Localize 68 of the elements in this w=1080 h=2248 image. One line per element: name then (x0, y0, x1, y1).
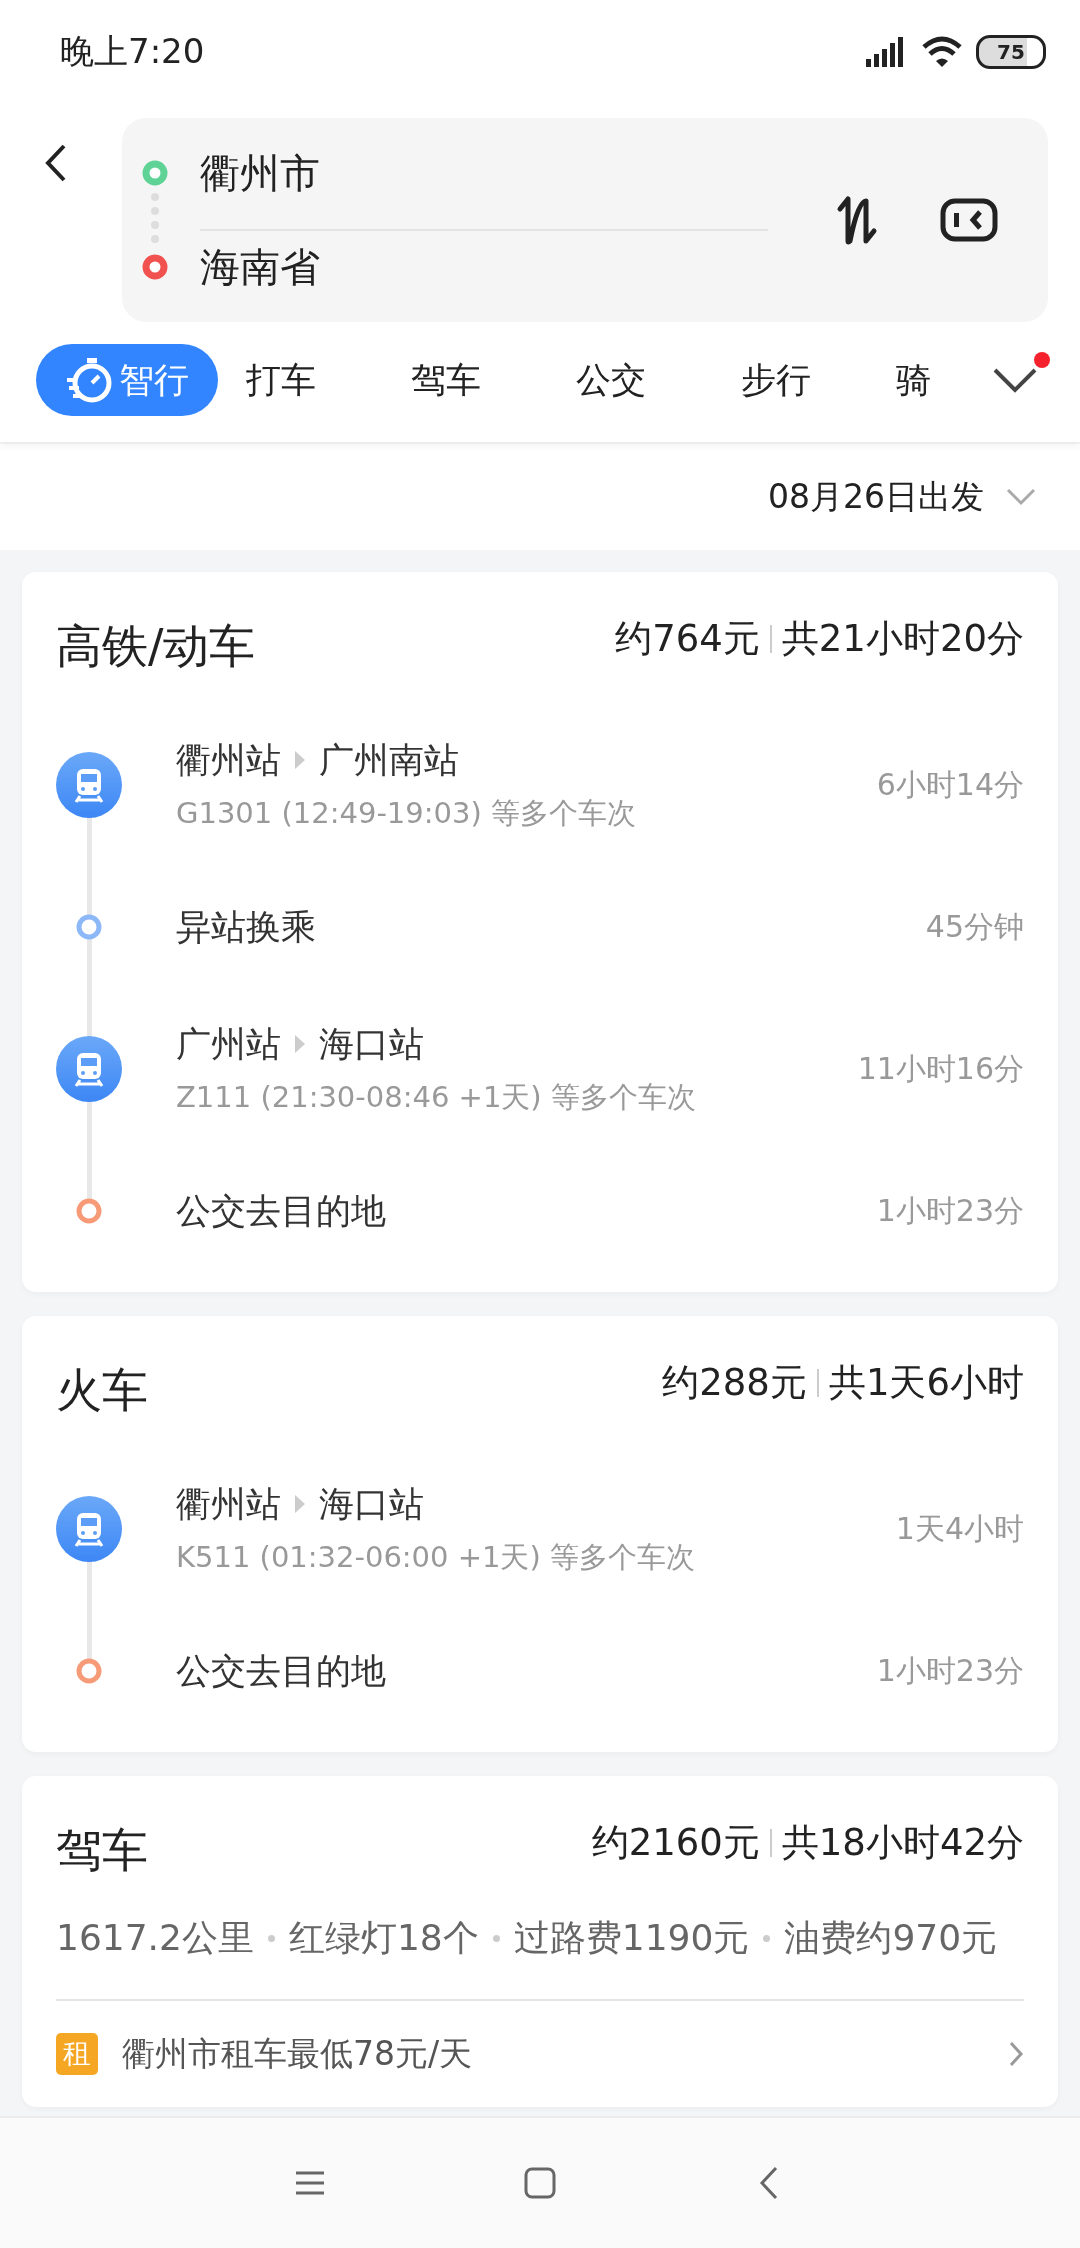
separator-dot (763, 1935, 771, 1942)
train-schedule: Z111 (21:30-08:46 +1天) 等多个车次 (176, 1078, 697, 1116)
duration-text: 共1天6小时 (828, 1360, 1024, 1406)
chevron-right-icon (1008, 2040, 1024, 2068)
price-text: 约2160元 (591, 1820, 760, 1866)
route-card[interactable]: 驾车 约2160元 共18小时42分 1617.2公里 红绿灯18个 过路费1190元 油费约970元 租 衢州市租车最低78元/天 (22, 1776, 1058, 2107)
plan-title: 驾车 (56, 1822, 148, 1879)
train-icon (56, 752, 122, 818)
drive-stat: 过路费1190元 (513, 1916, 750, 1960)
rental-badge: 租 (56, 2033, 98, 2075)
duration-text: 共18小时42分 (781, 1820, 1024, 1866)
status-time: 晚上7:20 (60, 30, 205, 73)
leg-duration: 1小时23分 (876, 1651, 1024, 1690)
stopwatch-icon (65, 356, 113, 404)
separator-dot (492, 1935, 500, 1942)
drive-stat: 红绿灯18个 (288, 1916, 479, 1960)
mode-tab[interactable]: 骑 (858, 344, 968, 416)
origin-field[interactable]: 衢州市 (200, 145, 320, 201)
stop-marker-icon (75, 1197, 103, 1225)
mode-tab[interactable]: 驾车 (363, 344, 528, 416)
chevron-down-icon (1006, 488, 1036, 506)
plan-title: 火车 (56, 1362, 148, 1419)
triangle-icon (293, 749, 307, 771)
stop-marker-icon (75, 913, 103, 941)
price-text: 约764元 (615, 616, 760, 662)
route-card[interactable]: 火车 约288元 共1天6小时 衢州站 海口站 K511 (01:32-06:00 +1天) 等多个车次 1天4小时 公交去目的地 1小时23分 (22, 1316, 1058, 1752)
toggle-icon (940, 198, 998, 242)
chevron-down-icon (992, 366, 1038, 394)
leg-duration: 6小时14分 (876, 765, 1024, 804)
separator-dot (267, 1935, 275, 1942)
leg-label: 异站换乘 (176, 905, 317, 949)
leg-duration: 1小时23分 (876, 1191, 1024, 1230)
leg-duration: 45分钟 (925, 907, 1024, 946)
triangle-icon (293, 1033, 307, 1055)
station-name: 海口站 (319, 1482, 424, 1526)
price-text: 约288元 (662, 1360, 807, 1406)
leg-duration: 1天4小时 (895, 1509, 1024, 1548)
station-name: 衢州站 (176, 1482, 281, 1526)
origin-dot-icon (142, 160, 168, 186)
train-schedule: K511 (01:32-06:00 +1天) 等多个车次 (176, 1538, 696, 1576)
destination-field[interactable]: 海南省 (200, 239, 320, 295)
mode-tab[interactable]: 智行 (36, 344, 218, 416)
destination-dot-icon (142, 254, 168, 280)
back-icon (44, 143, 68, 183)
train-icon (56, 1036, 122, 1102)
station-name: 广州南站 (319, 738, 459, 782)
drive-stat: 油费约970元 (784, 1916, 998, 1960)
station-name: 广州站 (176, 1022, 281, 1066)
station-name: 海口站 (319, 1022, 424, 1066)
leg-label: 公交去目的地 (176, 1189, 387, 1233)
battery-indicator: 75 (976, 35, 1046, 69)
plan-title: 高铁/动车 (56, 618, 256, 675)
wifi-icon (922, 36, 962, 68)
train-schedule: G1301 (12:49-19:03) 等多个车次 (176, 794, 637, 832)
drive-stat: 1617.2公里 (56, 1916, 254, 1960)
train-icon (56, 1496, 122, 1562)
triangle-icon (293, 1493, 307, 1515)
route-card[interactable]: 高铁/动车 约764元 共21小时20分 衢州站 广州南站 G1301 (12:49-19:03) 等多个车次 6小时14分 异站换乘 45分钟 广州站 海口站 Z111 (21:30-08:46 +1天) 等多个车次 11小时16分 公交去目的地 1小时23分 (22, 572, 1058, 1292)
station-name: 衢州站 (176, 738, 281, 782)
duration-text: 共21小时20分 (781, 616, 1024, 662)
leg-label: 公交去目的地 (176, 1649, 387, 1693)
stop-marker-icon (75, 1657, 103, 1685)
leg-duration: 11小时16分 (857, 1049, 1024, 1088)
mode-tab[interactable]: 步行 (693, 344, 858, 416)
mode-tab[interactable]: 公交 (528, 344, 693, 416)
rental-link[interactable]: 租 衢州市租车最低78元/天 (56, 1999, 1024, 2107)
departure-date-button[interactable]: 08月26日出发 (768, 474, 1036, 520)
rental-text: 衢州市租车最低78元/天 (122, 2032, 474, 2075)
